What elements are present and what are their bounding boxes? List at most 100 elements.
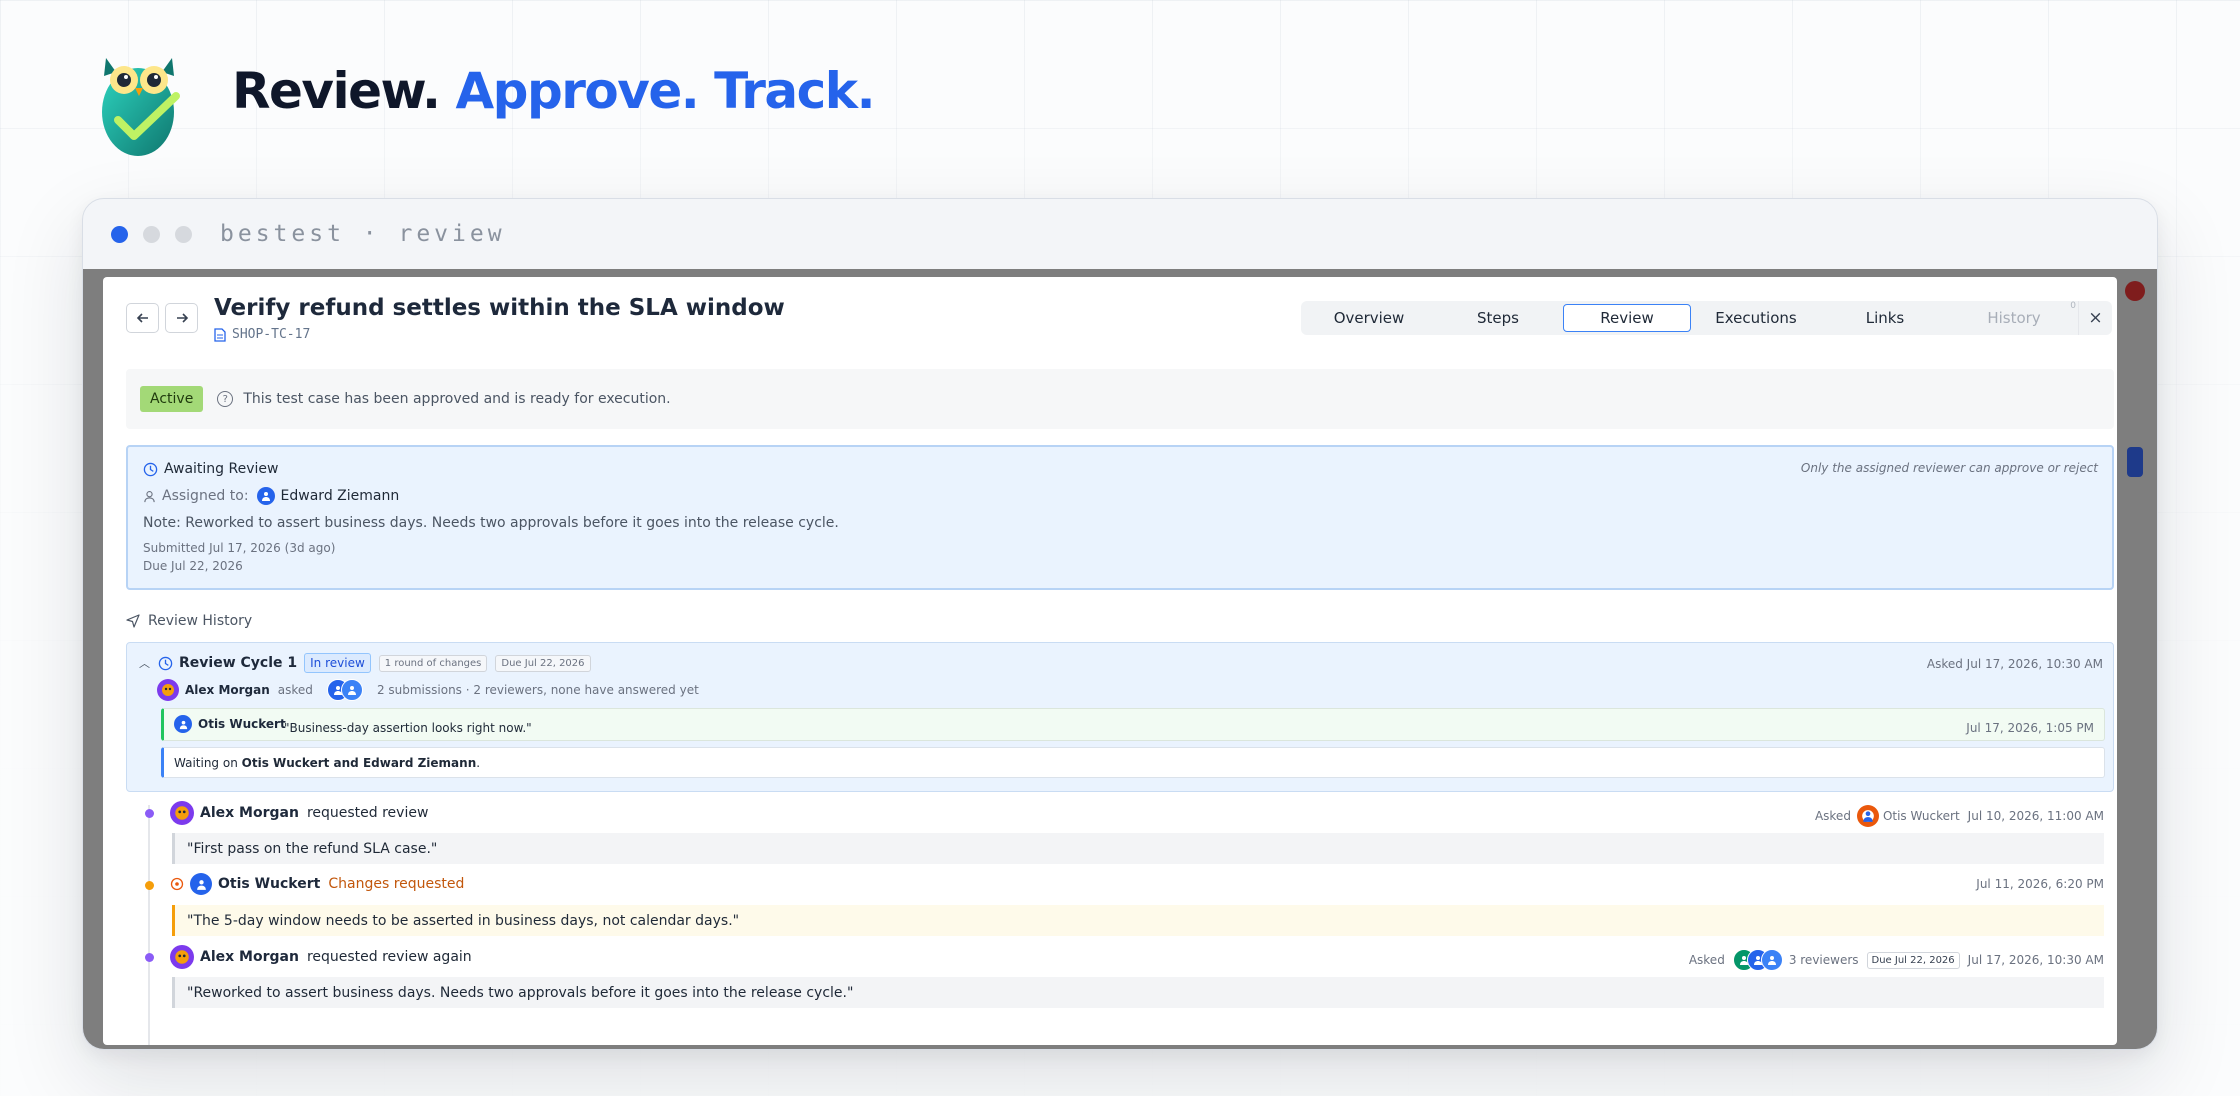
assigned-name[interactable]: Edward Ziemann	[281, 488, 400, 504]
window-maximize-dot[interactable]	[175, 225, 192, 243]
assigned-row: Assigned to: Edward Ziemann	[143, 487, 399, 505]
due-date: Due Jul 22, 2026	[143, 559, 243, 573]
rounds-badge: 1 round of changes	[378, 654, 488, 672]
window-name: bestest · review	[220, 221, 506, 247]
awaiting-review-panel: Awaiting Review Assigned to: Edward Ziem…	[126, 445, 2114, 590]
reviewer-avatars	[326, 679, 363, 701]
entry-quote: "The 5-day window needs to be asserted i…	[172, 905, 2104, 936]
entry-action: Changes requested	[328, 876, 465, 892]
avatar	[157, 679, 179, 701]
hero-title-accent: Approve. Track.	[455, 62, 875, 120]
waiting-prefix: Waiting on	[174, 755, 238, 770]
send-icon	[126, 614, 140, 628]
entry-action: requested review	[306, 805, 429, 821]
avatar	[170, 945, 194, 969]
hero-logo	[88, 36, 190, 160]
close-button[interactable]: ×	[2078, 301, 2112, 335]
review-history-header: Review History	[126, 613, 252, 629]
clock-icon	[158, 656, 173, 670]
tab-executions[interactable]: Executions	[1692, 304, 1820, 332]
tab-steps[interactable]: Steps	[1434, 304, 1562, 332]
tab-bar: Overview Steps Review Executions Links H…	[1301, 301, 2112, 335]
tab-overview[interactable]: Overview	[1305, 304, 1433, 332]
app-window: bestest · review Verify refund settles w…	[82, 198, 2158, 1050]
asked-word: asked	[277, 683, 313, 697]
asked-to-name[interactable]: Otis Wuckert	[1883, 809, 1960, 823]
test-case-id: SHOP-TC-17	[214, 327, 310, 342]
entry-time: Jul 11, 2026, 6:20 PM	[1976, 877, 2104, 891]
next-button[interactable]	[165, 303, 198, 333]
entry-meta: Asked 3 reviewers Due Jul 22, 2026 Jul 1…	[1689, 949, 2104, 971]
previous-button[interactable]	[126, 303, 159, 333]
reply-author: Otis Wuckert	[174, 715, 286, 733]
asked-label: Asked	[1814, 809, 1851, 823]
background-avatar	[2125, 281, 2145, 301]
reply-quote: "Business-day assertion looks right now.…	[284, 721, 532, 735]
entry-meta: Jul 11, 2026, 6:20 PM	[1976, 877, 2104, 891]
entry-time: Jul 10, 2026, 11:00 AM	[1967, 809, 2104, 823]
tab-review[interactable]: Review	[1563, 304, 1691, 332]
entry-action: requested review again	[306, 949, 472, 965]
status-badge: Active	[140, 386, 204, 412]
test-case-title: Verify refund settles within the SLA win…	[214, 295, 785, 321]
review-history-label: Review History	[148, 613, 253, 629]
cycle-summary: 2 submissions · 2 reviewers, none have a…	[376, 683, 699, 697]
review-cycle-card: ︿ Review Cycle 1 In review 1 round of ch…	[126, 642, 2114, 792]
status-message: This test case has been approved and is …	[243, 391, 671, 407]
tab-links[interactable]: Links	[1821, 304, 1949, 332]
arrow-left-icon	[136, 313, 148, 323]
permission-note: Only the assigned reviewer can approve o…	[1800, 461, 2098, 475]
cycle-asked-time: Asked Jul 17, 2026, 10:30 AM	[1926, 657, 2103, 671]
window-minimize-dot[interactable]	[143, 225, 160, 243]
entry-quote: "Reworked to assert business days. Needs…	[172, 977, 2104, 1008]
review-cycle-header[interactable]: ︿ Review Cycle 1 In review 1 round of ch…	[139, 653, 591, 673]
entry-author[interactable]: Alex Morgan	[200, 805, 299, 821]
avatar	[174, 715, 192, 733]
waiting-on-box: Waiting on Otis Wuckert and Edward Ziema…	[161, 747, 2105, 778]
timeline-dot	[145, 881, 154, 890]
reply-author-name[interactable]: Otis Wuckert	[198, 717, 286, 731]
test-case-modal: Verify refund settles within the SLA win…	[103, 277, 2117, 1045]
changes-requested-icon	[170, 877, 184, 891]
entry-author[interactable]: Alex Morgan	[200, 949, 299, 965]
reviewer-avatars	[1732, 949, 1783, 971]
window-close-dot[interactable]	[111, 225, 128, 243]
avatar	[256, 487, 275, 505]
app-backdrop: Verify refund settles within the SLA win…	[83, 269, 2157, 1049]
clock-icon	[143, 462, 158, 476]
tab-history[interactable]: History 0	[1950, 301, 2078, 332]
avatar	[1856, 805, 1879, 827]
entry-author[interactable]: Otis Wuckert	[218, 876, 320, 892]
cycle-summary-row: Alex Morgan asked 2 submissions · 2 revi…	[157, 679, 699, 701]
submitted-date: Submitted Jul 17, 2026 (3d ago)	[143, 541, 336, 555]
entry-meta: Asked Otis Wuckert Jul 10, 2026, 11:00 A…	[1815, 805, 2104, 827]
avatar	[190, 873, 212, 895]
owl-logo-icon	[102, 58, 180, 156]
document-icon	[214, 327, 226, 342]
status-bar: Active ? This test case has been approve…	[126, 369, 2114, 429]
timeline-entry-header: Otis Wuckert Changes requested	[170, 873, 464, 895]
history-count-badge: 0	[2070, 301, 2076, 311]
timeline-dot	[145, 809, 154, 818]
awaiting-review-header: Awaiting Review	[143, 461, 278, 477]
hero-title: Review. Approve. Track.	[232, 62, 876, 120]
close-icon: ×	[2088, 308, 2103, 328]
cycle-status-badge: In review	[304, 653, 371, 673]
waiting-names: Otis Wuckert and Edward Ziemann	[241, 755, 477, 770]
reviewer-reply: Otis Wuckert "Business-day assertion loo…	[161, 708, 2105, 741]
user-icon	[144, 490, 155, 502]
timeline-entry-header: Alex Morgan requested review	[170, 801, 428, 825]
avatar	[1760, 949, 1783, 971]
avatar	[170, 801, 194, 825]
help-icon[interactable]: ?	[217, 391, 234, 407]
reviewer-count[interactable]: 3 reviewers	[1789, 953, 1859, 967]
entry-due-badge: Due Jul 22, 2026	[1866, 951, 1960, 969]
test-case-id-text: SHOP-TC-17	[232, 327, 311, 342]
arrow-right-icon	[176, 313, 188, 323]
waiting-suffix: .	[476, 755, 481, 770]
background-button	[2127, 447, 2143, 477]
entry-time: Jul 17, 2026, 10:30 AM	[1967, 953, 2104, 967]
requester-name[interactable]: Alex Morgan	[185, 683, 270, 697]
chevron-up-icon[interactable]: ︿	[139, 655, 150, 671]
timeline-line	[148, 805, 150, 1045]
